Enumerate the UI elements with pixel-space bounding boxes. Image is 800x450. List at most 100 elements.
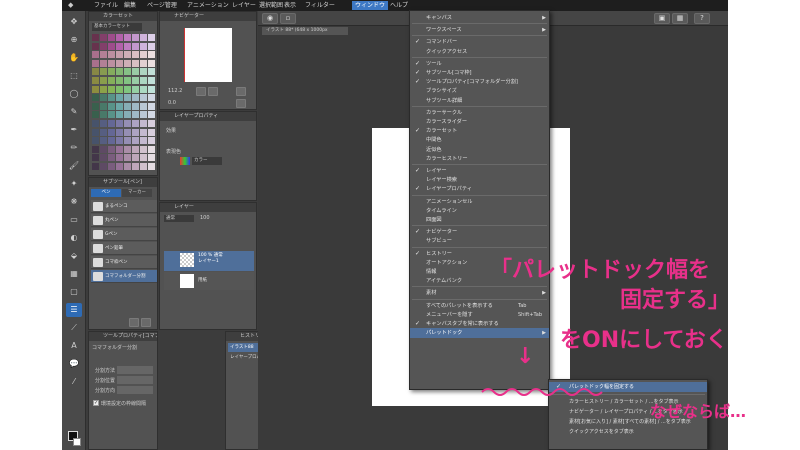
color-swatch[interactable] bbox=[108, 145, 115, 153]
color-swatch[interactable] bbox=[116, 128, 123, 136]
color-swatch[interactable] bbox=[148, 59, 155, 67]
color-swatch[interactable] bbox=[100, 145, 107, 153]
color-swatch[interactable] bbox=[124, 77, 131, 84]
color-swatch[interactable] bbox=[148, 42, 155, 50]
tool-eyedropper-icon[interactable]: ✎ bbox=[66, 105, 82, 119]
menu-item[interactable]: ページ管理 bbox=[147, 1, 177, 10]
split-position-buttons[interactable] bbox=[117, 376, 153, 384]
color-swatch[interactable] bbox=[92, 51, 99, 59]
color-swatch[interactable] bbox=[148, 137, 155, 145]
tool-correct-line-icon[interactable]: ⁄ bbox=[66, 375, 82, 389]
color-swatch[interactable] bbox=[132, 163, 139, 170]
menu-item[interactable]: ヘルプ bbox=[390, 1, 408, 10]
color-swatch[interactable] bbox=[132, 111, 139, 119]
window-menu-item[interactable]: 素材 ▶ bbox=[410, 288, 549, 298]
color-swatch[interactable] bbox=[140, 94, 147, 102]
color-swatch[interactable] bbox=[124, 154, 131, 162]
tool-frame-border-icon[interactable]: ☰ bbox=[66, 303, 82, 317]
window-menu-item[interactable]: パレットドック ▶ bbox=[410, 328, 549, 339]
layer-row-paper[interactable]: 用紙 bbox=[164, 272, 254, 290]
color-swatch[interactable] bbox=[140, 42, 147, 50]
color-swatch[interactable] bbox=[92, 128, 99, 136]
split-method-buttons[interactable] bbox=[117, 366, 153, 374]
window-menu-item[interactable]: クイックアクセス bbox=[410, 47, 549, 57]
color-swatch[interactable] bbox=[108, 68, 115, 76]
color-swatch[interactable] bbox=[116, 68, 123, 76]
color-swatch[interactable] bbox=[108, 137, 115, 145]
tool-brush-icon[interactable]: 🖌 bbox=[66, 159, 82, 173]
sub-tool-item[interactable]: Gペン bbox=[91, 228, 157, 241]
color-swatch[interactable] bbox=[148, 51, 155, 59]
color-swatch[interactable] bbox=[148, 34, 155, 41]
color-swatch[interactable] bbox=[100, 111, 107, 119]
tool-ruler-icon[interactable]: ⟋ bbox=[66, 321, 82, 335]
color-swatch[interactable] bbox=[148, 85, 155, 93]
color-swatch[interactable] bbox=[140, 85, 147, 93]
color-swatch[interactable] bbox=[124, 120, 131, 127]
window-menu-item[interactable]: 四面図 bbox=[410, 215, 549, 225]
menu-item[interactable]: 表示 bbox=[284, 1, 296, 10]
tool-cursor-icon[interactable]: ✥ bbox=[66, 15, 82, 29]
color-swatch[interactable] bbox=[124, 34, 131, 41]
color-swatch[interactable] bbox=[140, 128, 147, 136]
color-swatch[interactable] bbox=[124, 68, 131, 76]
clip-studio-icon[interactable]: ◉ bbox=[262, 13, 278, 24]
tool-fill-icon[interactable]: ⬙ bbox=[66, 249, 82, 263]
color-swatch[interactable] bbox=[140, 51, 147, 59]
window-menu-item[interactable]: ✓ レイヤープロパティ bbox=[410, 184, 549, 194]
color-swatch[interactable] bbox=[100, 77, 107, 84]
color-swatch[interactable] bbox=[108, 154, 115, 162]
window-menu-item[interactable]: キャンバス ▶ bbox=[410, 13, 549, 23]
color-swatch[interactable] bbox=[108, 94, 115, 102]
tool-lasso-icon[interactable]: ◯ bbox=[66, 87, 82, 101]
menu-item[interactable]: ファイル bbox=[94, 1, 118, 10]
color-swatch[interactable] bbox=[140, 145, 147, 153]
sub-color-swatch[interactable] bbox=[73, 438, 81, 446]
color-swatch[interactable] bbox=[124, 51, 131, 59]
tool-select-icon[interactable]: ⬚ bbox=[66, 69, 82, 83]
tool-gradient-icon[interactable]: ▦ bbox=[66, 267, 82, 281]
color-swatch[interactable] bbox=[124, 102, 131, 110]
flip-horizontal-button[interactable] bbox=[236, 87, 246, 96]
color-swatch[interactable] bbox=[132, 120, 139, 127]
color-swatch[interactable] bbox=[132, 128, 139, 136]
frame-interval-checkbox[interactable]: ✓ bbox=[93, 400, 99, 406]
tool-balloon-icon[interactable]: 💬 bbox=[66, 357, 82, 371]
color-swatch[interactable] bbox=[100, 68, 107, 76]
color-swatch[interactable] bbox=[108, 77, 115, 84]
color-swatch[interactable] bbox=[148, 145, 155, 153]
color-swatch[interactable] bbox=[92, 85, 99, 93]
color-swatch[interactable] bbox=[100, 137, 107, 145]
color-swatch[interactable] bbox=[92, 59, 99, 67]
color-swatch[interactable] bbox=[100, 34, 107, 41]
color-swatch[interactable] bbox=[148, 102, 155, 110]
color-swatch[interactable] bbox=[132, 85, 139, 93]
color-swatch[interactable] bbox=[124, 163, 131, 170]
sub-tool-item[interactable]: 丸ペン bbox=[91, 214, 157, 227]
color-swatch[interactable] bbox=[92, 137, 99, 145]
color-swatch[interactable] bbox=[108, 120, 115, 127]
color-swatch[interactable] bbox=[100, 85, 107, 93]
color-swatch[interactable] bbox=[92, 102, 99, 110]
transform-icon[interactable]: ▣ bbox=[654, 13, 670, 24]
color-swatch[interactable] bbox=[116, 77, 123, 84]
menu-item[interactable]: レイヤー bbox=[232, 1, 256, 10]
color-swatch[interactable] bbox=[100, 59, 107, 67]
color-swatch[interactable] bbox=[140, 59, 147, 67]
color-swatch[interactable] bbox=[100, 102, 107, 110]
color-set-dropdown[interactable]: 基本カラーセット bbox=[92, 23, 142, 31]
color-swatch[interactable] bbox=[140, 34, 147, 41]
window-menu-item[interactable]: サブツール詳細 bbox=[410, 96, 549, 106]
color-swatch[interactable] bbox=[100, 120, 107, 127]
tool-pencil-icon[interactable]: ✏ bbox=[66, 141, 82, 155]
tool-move-icon[interactable]: ✋ bbox=[66, 51, 82, 65]
color-swatch[interactable] bbox=[148, 163, 155, 170]
window-menu-item[interactable]: サブビュー bbox=[410, 236, 549, 246]
color-swatch[interactable] bbox=[92, 111, 99, 119]
color-swatch[interactable] bbox=[100, 94, 107, 102]
zoom-in-button[interactable] bbox=[208, 87, 218, 96]
color-swatch[interactable] bbox=[100, 51, 107, 59]
color-swatch[interactable] bbox=[124, 94, 131, 102]
color-swatch[interactable] bbox=[124, 42, 131, 50]
flip-vertical-button[interactable] bbox=[236, 99, 246, 108]
